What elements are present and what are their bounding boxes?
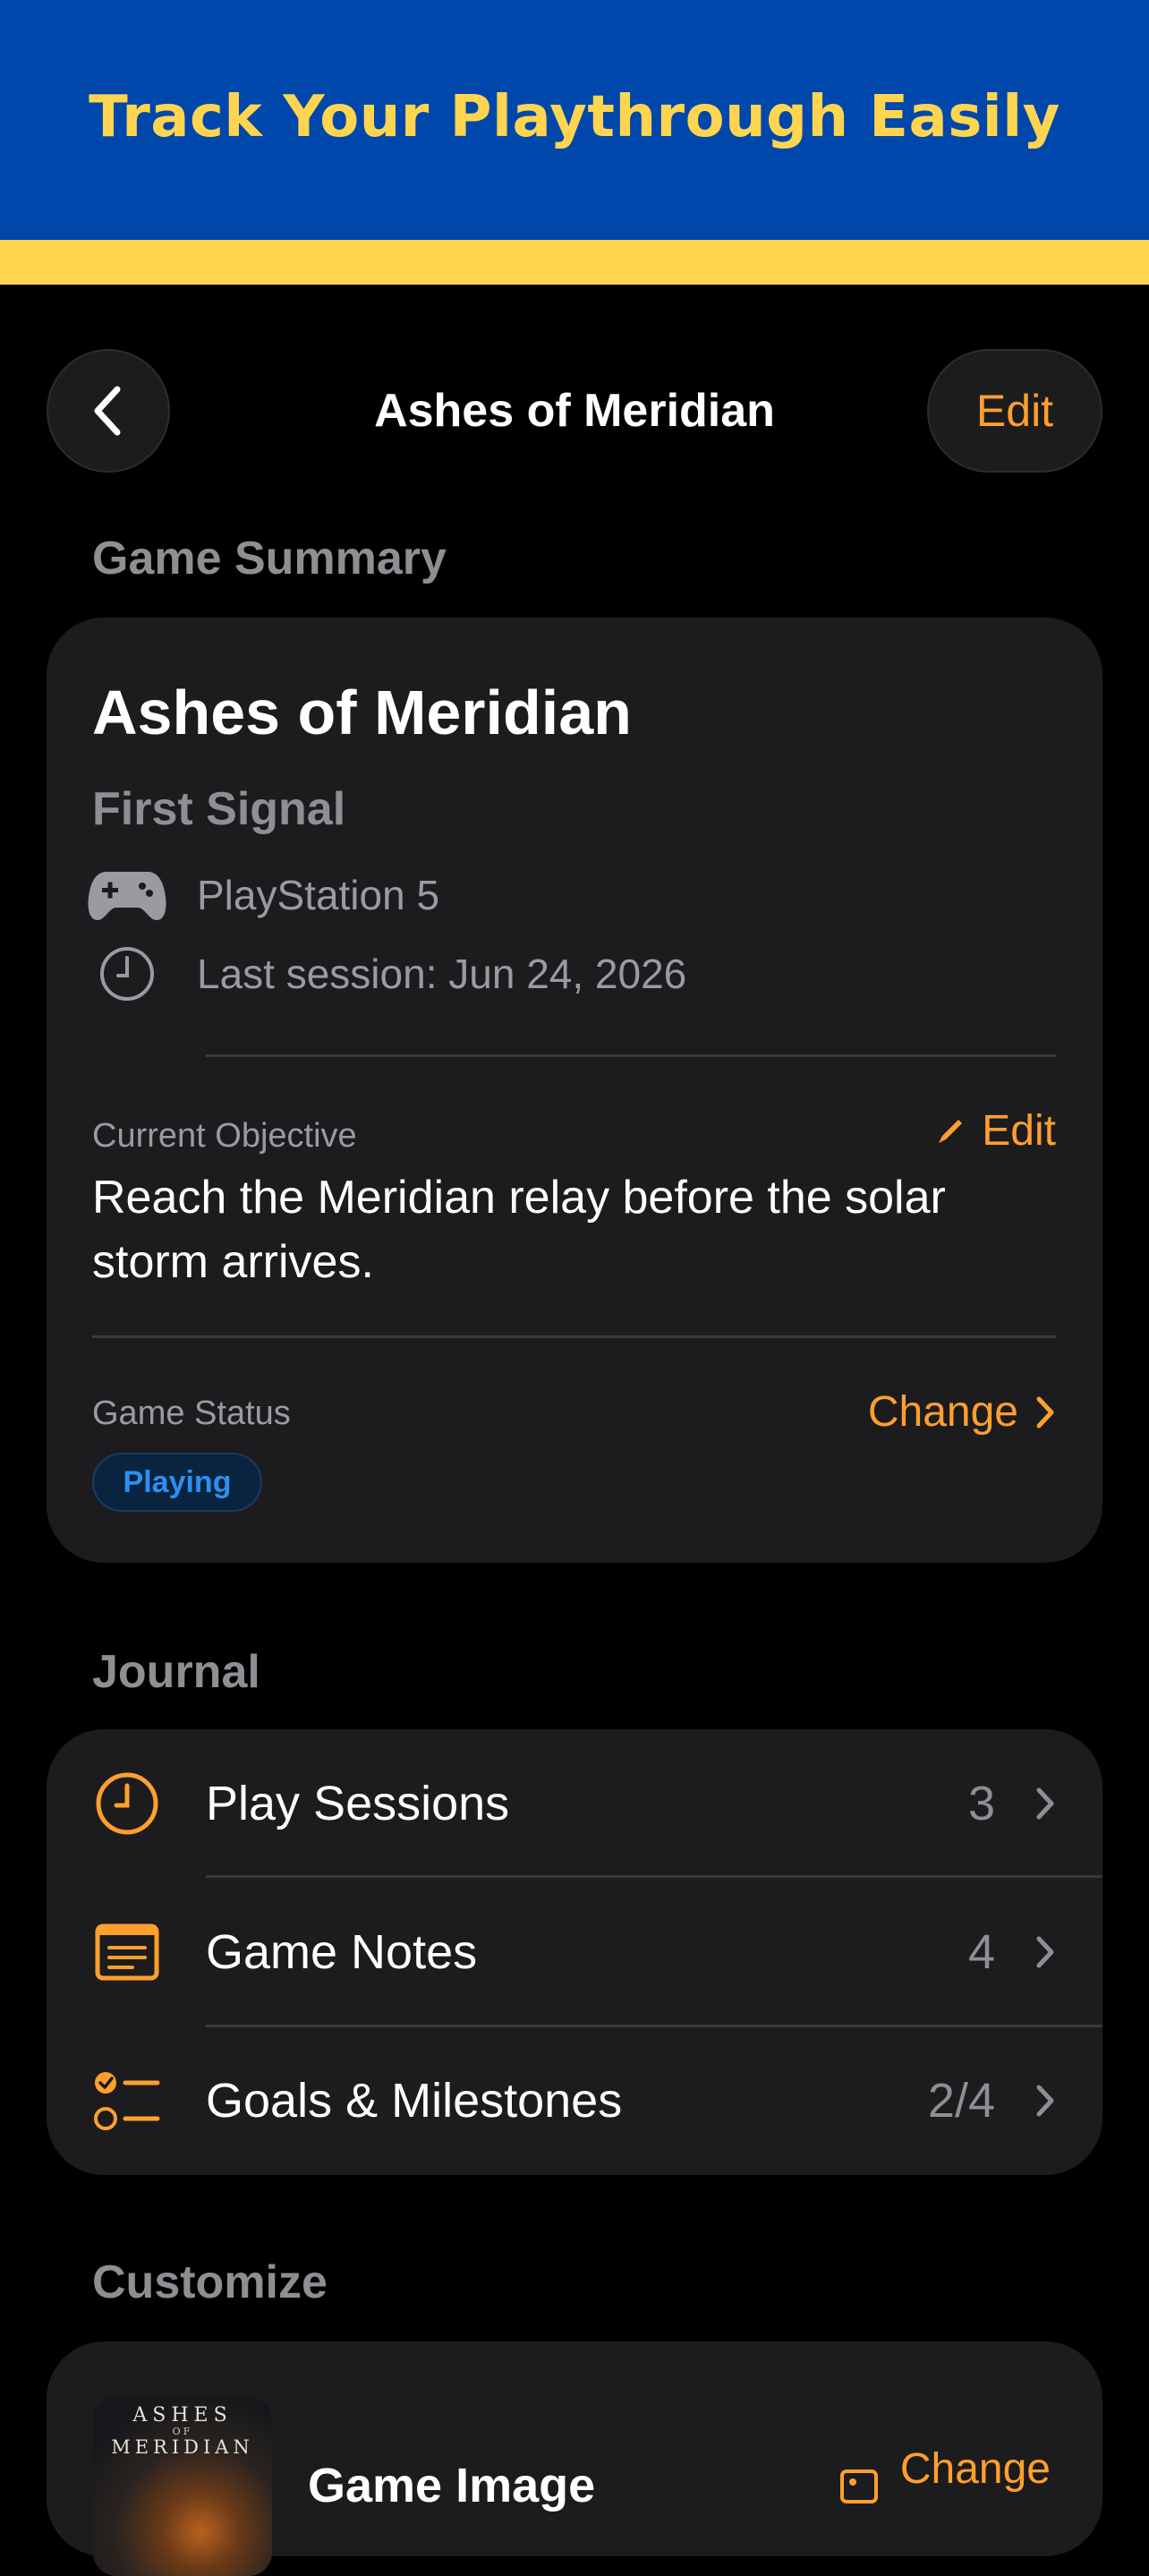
- journal-item-goals-milestones[interactable]: Goals & Milestones 2/4: [47, 2026, 1102, 2175]
- promo-banner: Track Your Playthrough Easily: [0, 0, 1149, 240]
- objective-label: Current Objective: [92, 1117, 357, 1155]
- status-label: Game Status: [92, 1395, 291, 1432]
- last-session-row: Last session: Jun 24, 2026: [82, 938, 686, 1010]
- chevron-right-icon: [1036, 1396, 1054, 1428]
- divider: [92, 1335, 1056, 1338]
- promo-stripe: [0, 240, 1149, 285]
- chevron-right-icon: [1034, 2026, 1056, 2175]
- chevron-right-icon: [1034, 1729, 1056, 1878]
- chevron-left-icon: [94, 386, 121, 436]
- game-title: Ashes of Meridian: [92, 678, 632, 747]
- clock-icon: [93, 1770, 161, 1838]
- platform-row: PlayStation 5: [82, 859, 439, 931]
- game-subtitle: First Signal: [92, 783, 346, 835]
- journal-item-count: 2/4: [927, 2074, 995, 2128]
- game-image-label: Game Image: [308, 2459, 596, 2512]
- journal-item-play-sessions[interactable]: Play Sessions 3: [47, 1729, 1102, 1878]
- section-header-journal: Journal: [92, 1646, 260, 1698]
- customize-card: ASHES OF MERIDIAN Game Image Change: [47, 2341, 1102, 2576]
- gamepad-icon: [82, 868, 172, 922]
- nav-title: Ashes of Meridian: [374, 385, 775, 437]
- journal-item-label: Play Sessions: [206, 1777, 510, 1830]
- photo-icon: [839, 2469, 878, 2503]
- objective-edit-label: Edit: [982, 1107, 1056, 1155]
- journal-item-count: 4: [967, 1925, 995, 1979]
- pencil-icon: [939, 1119, 963, 1143]
- status-change-label: Change: [867, 1388, 1018, 1436]
- divider: [206, 1054, 1056, 1057]
- image-change-label: Change: [899, 2444, 1051, 2493]
- journal-item-label: Goals & Milestones: [206, 2074, 623, 2128]
- notes-icon: [93, 1918, 161, 1986]
- objective-edit-link[interactable]: Edit: [935, 1106, 1056, 1156]
- journal-card: Play Sessions 3 Game Notes 4 Goals & Mil…: [47, 1729, 1102, 2175]
- back-button[interactable]: [47, 349, 170, 473]
- journal-item-count: 3: [967, 1777, 995, 1830]
- chevron-right-icon: [1034, 1878, 1056, 2026]
- cover-line-3: MERIDIAN: [111, 2436, 254, 2458]
- cover-line-1: ASHES: [132, 2404, 233, 2427]
- checklist-icon: [93, 2067, 161, 2135]
- edit-button[interactable]: Edit: [927, 349, 1102, 473]
- game-summary-card: Ashes of Meridian First Signal PlayStati…: [47, 618, 1102, 1563]
- section-header-game-summary: Game Summary: [92, 533, 447, 584]
- game-cover-thumbnail: ASHES OF MERIDIAN: [93, 2397, 272, 2576]
- platform-text: PlayStation 5: [197, 872, 440, 918]
- clock-icon: [82, 945, 172, 1002]
- image-change-link[interactable]: Change: [839, 2433, 1051, 2504]
- journal-item-label: Game Notes: [206, 1925, 478, 1979]
- promo-headline: Track Your Playthrough Easily: [89, 84, 1060, 150]
- section-header-customize: Customize: [92, 2256, 328, 2308]
- status-badge: Playing: [92, 1453, 262, 1512]
- last-session-text: Last session: Jun 24, 2026: [197, 951, 687, 997]
- objective-text: Reach the Meridian relay before the sola…: [92, 1172, 946, 1288]
- journal-item-game-notes[interactable]: Game Notes 4: [47, 1878, 1102, 2026]
- status-change-link[interactable]: Change: [868, 1387, 1056, 1437]
